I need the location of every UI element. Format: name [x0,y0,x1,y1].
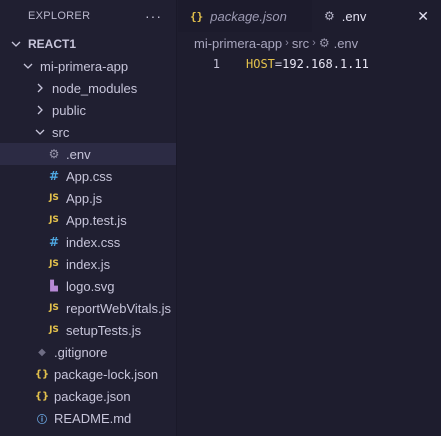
tree-item-label: package.json [54,388,131,404]
editor-area: {} package.json ⚙ .env ✕ mi-primera-app … [178,0,441,436]
folder-item[interactable]: node_modules [0,77,176,99]
chevron-down-icon [22,61,34,71]
tree-item-label: setupTests.js [66,322,142,338]
workspace-root[interactable]: REACT1 [0,33,176,55]
js-file-icon: JS [49,215,59,225]
breadcrumb-item[interactable]: src [292,36,309,51]
tab-env[interactable]: ⚙ .env ✕ [312,0,441,32]
gear-icon: ⚙ [324,9,335,23]
json-file-icon: {} [34,368,50,380]
gear-icon: ⚙ [318,36,330,50]
close-icon[interactable]: ✕ [417,8,429,25]
tab-label: .env [341,8,367,24]
line-content: HOST=192.168.1.11 [246,57,369,71]
tree-item-label: package-lock.json [54,366,159,382]
file-item[interactable]: JS App.test.js [0,209,176,231]
tree-item-label: index.js [66,256,111,272]
file-item[interactable]: JS index.js [0,253,176,275]
tree-item-label: README.md [54,410,132,426]
js-file-icon: JS [49,303,59,313]
tree-item-label: src [52,124,70,140]
code-editor[interactable]: 1 HOST=192.168.1.11 [178,54,441,436]
chevron-right-icon [34,105,46,115]
file-item[interactable]: {} package.json [0,385,176,407]
folder-item[interactable]: src [0,121,176,143]
file-item[interactable]: # App.css [0,165,176,187]
file-item[interactable]: ▙ logo.svg [0,275,176,297]
css-file-icon: # [48,169,60,183]
ellipsis-icon[interactable]: ··· [145,8,162,24]
file-item[interactable]: JS setupTests.js [0,319,176,341]
js-file-icon: JS [49,259,59,269]
file-item[interactable]: ⚙ .env [0,143,176,165]
file-item[interactable]: {} package-lock.json [0,363,176,385]
file-item[interactable]: ◆ .gitignore [0,341,176,363]
folder-item[interactable]: mi-primera-app [0,55,176,77]
tree-item-label: App.js [66,190,103,206]
tree-item-label: node_modules [52,80,138,96]
tree-item-label: App.test.js [66,212,127,228]
chevron-down-icon [10,39,22,49]
env-key: HOST [246,57,275,71]
json-icon: {} [190,9,204,23]
explorer-title: EXPLORER [28,10,91,22]
tree-item-label: .env [66,146,91,162]
tree-item-label: logo.svg [66,278,115,294]
chevron-down-icon [34,127,46,137]
tree-item-label: index.css [66,234,121,250]
tree-item-label: REACT1 [28,37,77,51]
folder-item[interactable]: public [0,99,176,121]
json-file-icon: {} [34,390,50,402]
breadcrumb: mi-primera-app › src › ⚙ .env [178,32,441,54]
explorer-header: EXPLORER ··· [0,0,176,32]
file-item[interactable]: JS reportWebVitals.js [0,297,176,319]
tab-package-json[interactable]: {} package.json [178,0,312,32]
breadcrumb-item[interactable]: .env [334,36,359,51]
env-value: 192.168.1.11 [282,57,369,71]
git-file-icon: ◆ [38,346,46,358]
tab-bar: {} package.json ⚙ .env ✕ [178,0,441,32]
line-number: 1 [212,57,220,71]
svg-file-icon: ▙ [50,280,58,292]
tree-item-label: .gitignore [54,344,108,360]
file-item[interactable]: ⓘ README.md [0,407,176,429]
css-file-icon: # [48,235,60,249]
explorer-sidebar: EXPLORER ··· REACT1 mi-primera-app node_mo… [0,0,177,436]
breadcrumb-item[interactable]: mi-primera-app [194,36,282,51]
tree-item-label: mi-primera-app [40,58,129,74]
chevron-right-icon: › [285,37,289,49]
js-file-icon: JS [49,193,59,203]
tree-item-label: public [52,102,86,118]
tree-item-label: App.css [66,168,113,184]
file-item[interactable]: # index.css [0,231,176,253]
info-icon: ⓘ [37,414,47,426]
tree-item-label: reportWebVitals.js [66,300,172,316]
chevron-right-icon: › [312,37,316,49]
tab-label: package.json [210,8,287,24]
chevron-right-icon [34,83,46,93]
code-line: 1 HOST=192.168.1.11 [178,54,441,74]
js-file-icon: JS [49,325,59,335]
file-item[interactable]: JS App.js [0,187,176,209]
gear-icon: ⚙ [48,147,60,161]
